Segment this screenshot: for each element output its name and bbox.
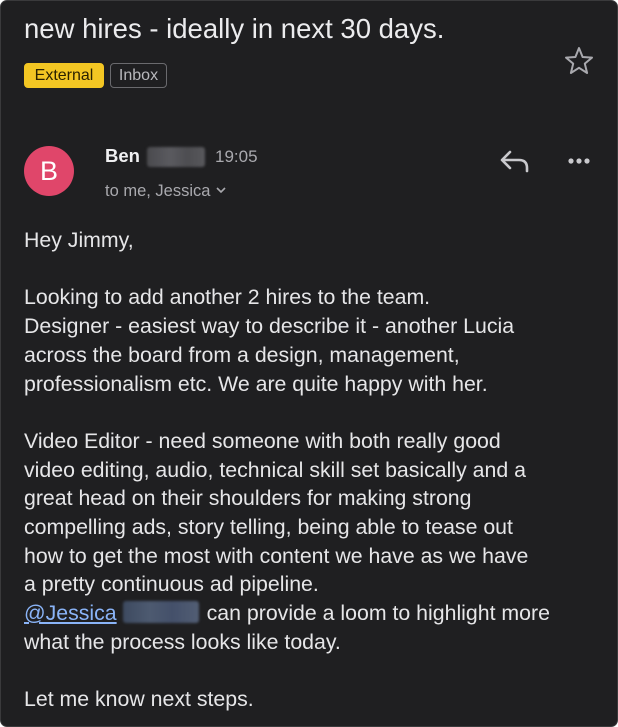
- body-line: how to get the most with content we have…: [24, 543, 529, 568]
- redacted-surname-blur: [147, 147, 205, 167]
- body-line: professionalism etc. We are quite happy …: [24, 371, 488, 396]
- body-line: across the board from a design, manageme…: [24, 342, 460, 367]
- body-line: what the process looks like today.: [24, 629, 341, 654]
- sender-avatar[interactable]: B: [24, 146, 74, 196]
- body-line: compelling ads, story telling, being abl…: [24, 515, 513, 539]
- message-time: 19:05: [215, 147, 258, 166]
- email-view: new hires - ideally in next 30 days. Ext…: [0, 0, 618, 727]
- body-greeting: Hey Jimmy,: [24, 228, 134, 252]
- body-line: video editing, audio, technical skill se…: [24, 457, 526, 482]
- reply-arrow-icon: [500, 150, 529, 173]
- body-line: Looking to add another 2 hires to the te…: [24, 285, 431, 310]
- body-line-mention: @Jessica can provide a loom to highlight …: [24, 599, 609, 628]
- body-line: great head on their shoulders for making…: [24, 486, 472, 511]
- star-outline-icon: [565, 47, 593, 74]
- chevron-down-icon: [216, 178, 227, 200]
- recipients-toggle[interactable]: to me, Jessica: [105, 178, 227, 202]
- body-closing: Let me know next steps.: [24, 687, 254, 712]
- body-line: Designer - easiest way to describe it - …: [24, 314, 515, 339]
- email-subject: new hires - ideally in next 30 days.: [24, 13, 445, 44]
- reply-button[interactable]: [495, 145, 535, 177]
- body-line: Video Editor - need someone with both re…: [24, 428, 501, 453]
- body-line: a pretty continuous ad pipeline.: [24, 572, 319, 597]
- sender-name[interactable]: Ben: [105, 144, 140, 168]
- more-options-button[interactable]: [561, 147, 597, 175]
- after-mention-text: can provide a loom to highlight more: [206, 601, 550, 626]
- external-label-chip: External: [24, 63, 104, 88]
- email-body: Hey Jimmy, Looking to add another 2 hire…: [24, 226, 609, 714]
- redacted-mention-blur: [122, 601, 199, 624]
- mention-link[interactable]: @Jessica: [24, 601, 117, 625]
- inbox-label-chip[interactable]: Inbox: [110, 63, 167, 88]
- more-horizontal-icon: [568, 158, 590, 164]
- star-button[interactable]: [563, 45, 595, 77]
- recipients-text: to me, Jessica: [105, 182, 211, 200]
